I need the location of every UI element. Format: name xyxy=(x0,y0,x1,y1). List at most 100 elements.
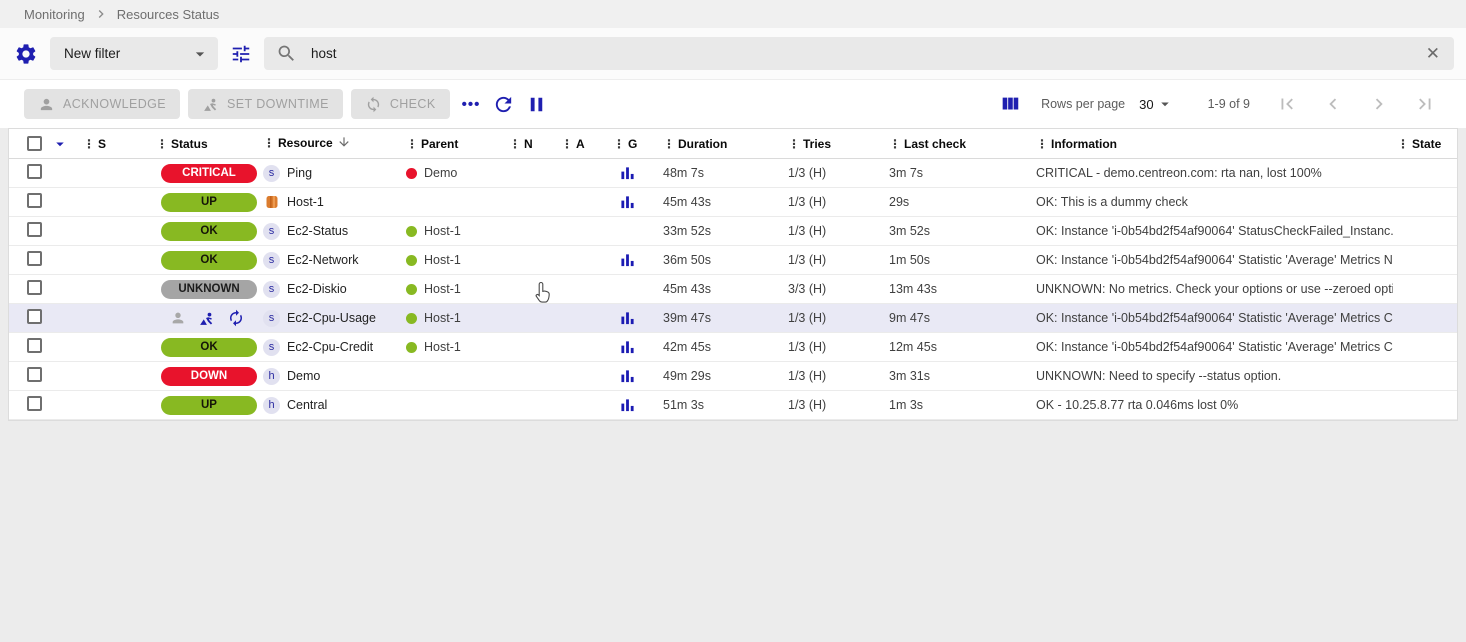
resource-name[interactable]: Ec2-Cpu-Usage xyxy=(287,311,376,325)
cell-last_check: 12m 45s xyxy=(885,333,1032,362)
graph-chart-icon[interactable] xyxy=(620,194,659,210)
row-checkbox[interactable] xyxy=(27,222,42,237)
acknowledge-button[interactable]: ACKNOWLEDGE xyxy=(24,89,180,119)
graph-chart-icon[interactable] xyxy=(620,310,659,326)
last-page-icon[interactable] xyxy=(1412,91,1438,117)
resource-name[interactable]: Ec2-Network xyxy=(287,253,359,267)
first-page-icon[interactable] xyxy=(1274,91,1300,117)
row-checkbox[interactable] xyxy=(27,309,42,324)
drag-handle-icon[interactable]: ⋮ xyxy=(1397,137,1409,151)
column-header-information[interactable]: ⋮Information xyxy=(1032,129,1393,159)
graph-chart-icon[interactable] xyxy=(620,368,659,384)
cell-severity xyxy=(79,304,152,333)
parent-name: Host-1 xyxy=(424,282,461,296)
cell-severity xyxy=(79,159,152,188)
table-row[interactable]: CRITICAL s Ping Demo 48m 7s 1/3 (H) 3m 7… xyxy=(9,159,1457,188)
sync-in-progress-icon xyxy=(227,309,245,327)
cell-information: OK: Instance 'i-0b54bd2f54af90064' Stati… xyxy=(1032,333,1393,362)
cell-status: CRITICAL xyxy=(152,159,259,188)
cell-acknowledged xyxy=(557,333,609,362)
resource-name[interactable]: Central xyxy=(287,398,327,412)
column-header-status[interactable]: ⋮Status xyxy=(152,129,259,159)
pause-icon[interactable] xyxy=(523,91,550,118)
cell-severity xyxy=(79,391,152,420)
resource-name[interactable]: Ping xyxy=(287,166,312,180)
cell-status: OK xyxy=(152,333,259,362)
refresh-icon[interactable] xyxy=(490,91,517,118)
cell-status: UP xyxy=(152,391,259,420)
drag-handle-icon[interactable]: ⋮ xyxy=(509,137,521,151)
column-header-state[interactable]: ⋮State xyxy=(1393,129,1457,159)
resource-name[interactable]: Ec2-Cpu-Credit xyxy=(287,340,373,354)
table-row[interactable]: OK s Ec2-Status Host-1 33m 52s 1/3 (H) 3… xyxy=(9,217,1457,246)
column-header-resource[interactable]: ⋮Resource xyxy=(259,129,402,159)
breadcrumb-monitoring[interactable]: Monitoring xyxy=(24,7,85,22)
row-checkbox[interactable] xyxy=(27,280,42,295)
drag-handle-icon[interactable]: ⋮ xyxy=(406,137,418,151)
drag-handle-icon[interactable]: ⋮ xyxy=(263,136,275,150)
cell-state xyxy=(1393,217,1457,246)
row-checkbox[interactable] xyxy=(27,367,42,382)
drag-handle-icon[interactable]: ⋮ xyxy=(663,137,675,151)
row-checkbox[interactable] xyxy=(27,193,42,208)
column-header-duration[interactable]: ⋮Duration xyxy=(659,129,784,159)
resource-name[interactable]: Ec2-Status xyxy=(287,224,348,238)
check-button[interactable]: CHECK xyxy=(351,89,450,119)
column-header-last-check[interactable]: ⋮Last check xyxy=(885,129,1032,159)
drag-handle-icon[interactable]: ⋮ xyxy=(1036,137,1048,151)
row-checkbox[interactable] xyxy=(27,164,42,179)
column-header-parent[interactable]: ⋮Parent xyxy=(402,129,505,159)
parent-cell: Host-1 xyxy=(402,217,505,246)
filter-select[interactable]: New filter xyxy=(50,37,218,70)
search-input[interactable] xyxy=(311,46,1408,61)
cell-severity xyxy=(79,275,152,304)
clear-search-icon[interactable]: ✕ xyxy=(1422,44,1444,64)
resource-name[interactable]: Host-1 xyxy=(287,195,324,209)
drag-handle-icon[interactable]: ⋮ xyxy=(561,137,573,151)
advanced-filters-tune-icon[interactable] xyxy=(228,41,254,67)
graph-chart-icon[interactable] xyxy=(620,339,659,355)
more-actions-icon[interactable]: ••• xyxy=(462,96,481,113)
edit-columns-icon[interactable] xyxy=(997,91,1023,117)
resource-type-icon: s xyxy=(263,252,280,269)
settings-gear-icon[interactable] xyxy=(12,40,40,68)
status-badge: CRITICAL xyxy=(161,164,257,183)
parent-cell xyxy=(402,362,505,391)
row-checkbox[interactable] xyxy=(27,396,42,411)
table-row[interactable]: OK s Ec2-Network Host-1 36m 50s 1/3 (H) … xyxy=(9,246,1457,275)
drag-handle-icon[interactable]: ⋮ xyxy=(613,137,625,151)
table-row[interactable]: UNKNOWN s Ec2-Diskio Host-1 45m 43s 3/3 … xyxy=(9,275,1457,304)
table-row[interactable]: UP Host-1 45m 43s 1/3 (H) 29s OK: This i… xyxy=(9,188,1457,217)
select-all-checkbox[interactable] xyxy=(27,136,42,151)
column-header-acknowledged[interactable]: ⋮A xyxy=(557,129,609,159)
table-row[interactable]: UP h Central 51m 3s 1/3 (H) 1m 3s OK - 1… xyxy=(9,391,1457,420)
drag-handle-icon[interactable]: ⋮ xyxy=(788,137,800,151)
resource-name[interactable]: Ec2-Diskio xyxy=(287,282,347,296)
resource-name[interactable]: Demo xyxy=(287,369,320,383)
row-checkbox[interactable] xyxy=(27,251,42,266)
cell-state xyxy=(1393,304,1457,333)
graph-chart-icon[interactable] xyxy=(620,252,659,268)
column-header-graph[interactable]: ⋮G xyxy=(609,129,659,159)
table-row[interactable]: s Ec2-Cpu-Usage Host-1 39m 47s 1/3 (H) 9… xyxy=(9,304,1457,333)
cell-acknowledged xyxy=(557,275,609,304)
column-header-severity[interactable]: ⋮S xyxy=(79,129,152,159)
table-row[interactable]: OK s Ec2-Cpu-Credit Host-1 42m 45s 1/3 (… xyxy=(9,333,1457,362)
table-row[interactable]: DOWN h Demo 49m 29s 1/3 (H) 3m 31s UNKNO… xyxy=(9,362,1457,391)
breadcrumb-resources-status[interactable]: Resources Status xyxy=(117,7,220,22)
graph-chart-icon[interactable] xyxy=(620,165,659,181)
graph-chart-icon[interactable] xyxy=(620,397,659,413)
column-header-tries[interactable]: ⋮Tries xyxy=(784,129,885,159)
chevron-down-icon xyxy=(1156,95,1174,113)
next-page-icon[interactable] xyxy=(1366,91,1392,117)
status-badge: OK xyxy=(161,222,257,241)
set-downtime-button[interactable]: SET DOWNTIME xyxy=(188,89,343,119)
row-checkbox[interactable] xyxy=(27,338,42,353)
drag-handle-icon[interactable]: ⋮ xyxy=(889,137,901,151)
rows-per-page-select[interactable]: 30 xyxy=(1139,95,1173,113)
select-menu-arrow-icon[interactable] xyxy=(51,135,69,153)
drag-handle-icon[interactable]: ⋮ xyxy=(156,137,168,151)
drag-handle-icon[interactable]: ⋮ xyxy=(83,137,95,151)
column-header-notification[interactable]: ⋮N xyxy=(505,129,557,159)
previous-page-icon[interactable] xyxy=(1320,91,1346,117)
